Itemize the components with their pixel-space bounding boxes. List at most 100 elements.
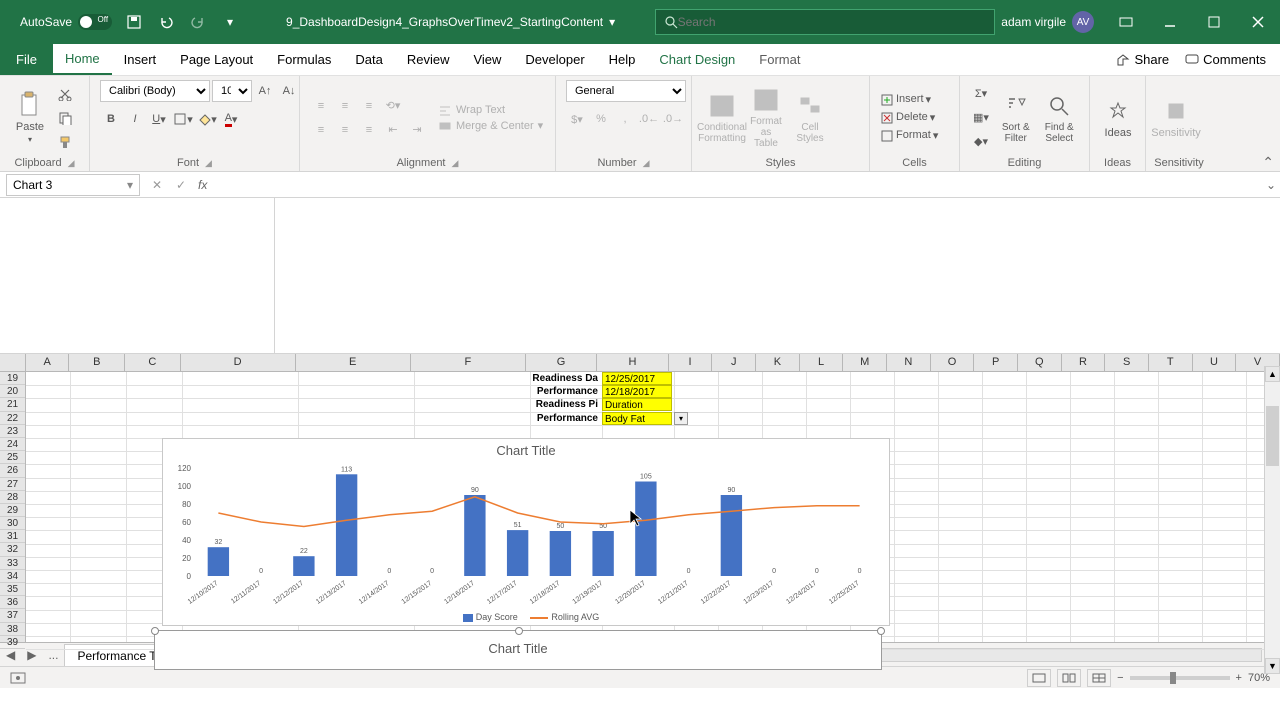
underline-button[interactable]: U▾ [148,108,170,130]
search-input[interactable] [678,15,987,29]
expand-formula-bar-icon[interactable]: ⌄ [1262,178,1280,192]
col-header[interactable]: L [800,354,844,371]
font-color-icon[interactable]: A▾ [220,108,242,130]
col-header[interactable]: E [296,354,411,371]
col-header[interactable]: R [1062,354,1106,371]
clipboard-launcher-icon[interactable]: ◢ [68,158,75,169]
currency-icon[interactable]: $▾ [566,108,588,130]
row-header[interactable]: 19 [0,372,25,385]
zoom-slider[interactable] [1130,676,1230,680]
row-header[interactable]: 21 [0,398,25,411]
col-header[interactable]: M [843,354,887,371]
chart-title[interactable]: Chart Title [163,439,889,462]
tab-insert[interactable]: Insert [112,44,169,75]
row-header[interactable]: 33 [0,557,25,570]
border-icon[interactable]: ▾ [172,108,194,130]
sensitivity-button[interactable]: Sensitivity [1156,95,1196,141]
row-header[interactable]: 27 [0,478,25,491]
scroll-up-icon[interactable]: ▲ [1265,366,1280,382]
cell-value[interactable]: Duration [602,398,672,411]
font-size-select[interactable]: 10 [212,80,252,102]
align-right-icon[interactable]: ≡ [358,119,380,141]
chart-object-selected[interactable]: Chart Title [154,630,882,670]
select-all-corner[interactable] [0,354,26,371]
sort-filter-button[interactable]: Sort & Filter [996,90,1036,146]
cell-value[interactable]: Body Fat [602,412,672,425]
cell-styles-button[interactable]: Cell Styles [790,90,830,146]
bold-button[interactable]: B [100,108,122,130]
vscroll-thumb[interactable] [1266,406,1279,466]
redo-icon[interactable] [184,8,212,36]
qat-customize-icon[interactable]: ▾ [216,8,244,36]
orientation-icon[interactable]: ⟲▾ [382,95,404,117]
alignment-launcher-icon[interactable]: ◢ [452,158,459,169]
row-header[interactable]: 32 [0,543,25,556]
align-bottom-icon[interactable]: ≡ [358,95,380,117]
row-header[interactable]: 37 [0,609,25,622]
decrease-decimal-icon[interactable]: .0→ [662,108,684,130]
save-icon[interactable] [120,8,148,36]
name-box[interactable]: Chart 3▾ [6,174,140,196]
format-cells-button[interactable]: Format▾ [880,129,938,143]
fill-icon[interactable]: ▦▾ [970,107,992,129]
align-left-icon[interactable]: ≡ [310,119,332,141]
percent-icon[interactable]: % [590,108,612,130]
minimize-icon[interactable] [1148,0,1192,44]
account-button[interactable]: adam virgile AV [1001,11,1094,33]
ribbon-display-icon[interactable] [1104,0,1148,44]
page-layout-view-icon[interactable] [1057,669,1081,687]
cancel-formula-icon[interactable]: ✕ [146,174,168,196]
row-header[interactable]: 22 [0,412,25,425]
collapse-ribbon-icon[interactable]: ⌃ [1262,154,1274,171]
ideas-button[interactable]: Ideas [1100,95,1136,141]
increase-indent-icon[interactable]: ⇥ [406,119,428,141]
normal-view-icon[interactable] [1027,669,1051,687]
insert-cells-button[interactable]: Insert▾ [880,93,938,107]
page-break-view-icon[interactable] [1087,669,1111,687]
find-select-button[interactable]: Find & Select [1040,90,1080,146]
tab-help[interactable]: Help [597,44,648,75]
zoom-out-button[interactable]: − [1117,672,1123,684]
delete-cells-button[interactable]: Delete▾ [880,111,938,125]
tab-developer[interactable]: Developer [513,44,596,75]
row-header[interactable]: 28 [0,491,25,504]
font-launcher-icon[interactable]: ◢ [205,158,212,169]
number-launcher-icon[interactable]: ◢ [643,158,650,169]
tab-review[interactable]: Review [395,44,462,75]
col-header[interactable]: F [411,354,526,371]
fx-icon[interactable]: fx [198,178,207,192]
col-header[interactable]: G [526,354,597,371]
align-center-icon[interactable]: ≡ [334,119,356,141]
wrap-text-button[interactable]: Wrap Text [456,104,505,116]
grow-font-icon[interactable]: A↑ [254,80,276,102]
paste-button[interactable]: Paste ▾ [10,89,50,146]
tab-data[interactable]: Data [343,44,394,75]
tab-formulas[interactable]: Formulas [265,44,343,75]
align-top-icon[interactable]: ≡ [310,95,332,117]
merge-center-button[interactable]: Merge & Center [456,120,534,132]
fill-color-icon[interactable]: ▾ [196,108,218,130]
zoom-in-button[interactable]: + [1236,672,1242,684]
tab-format[interactable]: Format [747,44,812,75]
row-header[interactable]: 34 [0,570,25,583]
row-header[interactable]: 25 [0,451,25,464]
dropdown-arrow-icon[interactable]: ▾ [674,412,688,425]
clear-icon[interactable]: ◆▾ [970,131,992,153]
share-button[interactable]: Share [1116,52,1169,67]
comments-button[interactable]: Comments [1185,52,1266,67]
align-middle-icon[interactable]: ≡ [334,95,356,117]
autosum-icon[interactable]: Σ▾ [970,83,992,105]
copy-icon[interactable] [54,107,76,129]
row-header[interactable]: 39 [0,636,25,649]
autosave-toggle[interactable]: Off [78,14,112,30]
search-box[interactable] [655,9,995,35]
row-header[interactable]: 30 [0,517,25,530]
italic-button[interactable]: I [124,108,146,130]
close-icon[interactable] [1236,0,1280,44]
col-header[interactable]: N [887,354,931,371]
record-macro-icon[interactable] [10,672,26,684]
col-header[interactable]: I [669,354,713,371]
col-header[interactable]: T [1149,354,1193,371]
col-header[interactable]: H [597,354,668,371]
tab-nav-prev-icon[interactable]: ◀ [0,648,21,662]
